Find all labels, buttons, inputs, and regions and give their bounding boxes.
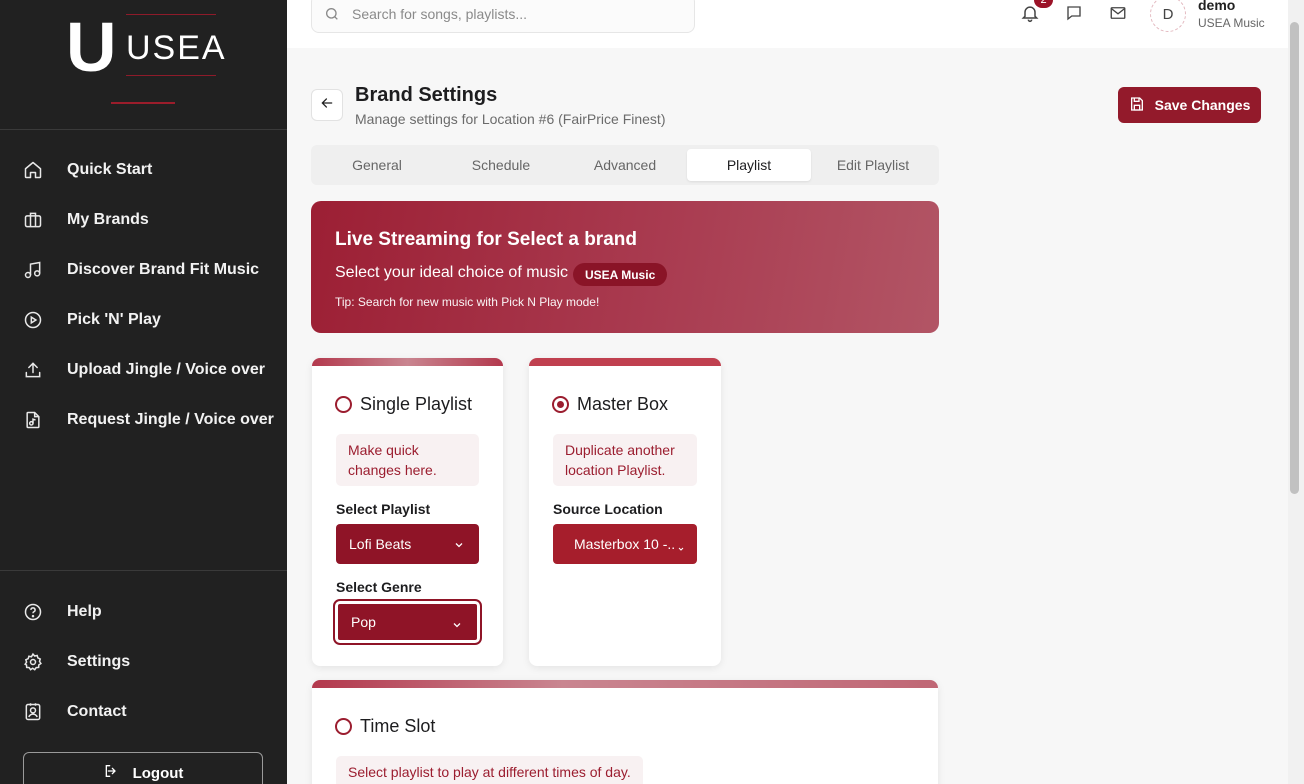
chat-icon [1065, 4, 1083, 27]
logout-button[interactable]: Logout [23, 752, 263, 784]
time-slot-hint: Select playlist to play at different tim… [336, 756, 643, 784]
sidebar-item-label: Help [67, 603, 102, 620]
card-accent [529, 358, 721, 366]
tab-edit-playlist[interactable]: Edit Playlist [811, 149, 935, 181]
source-location-select[interactable]: Masterbox 10 -.. [553, 524, 697, 564]
genre-select[interactable]: Pop [333, 599, 482, 645]
sidebar-divider [0, 570, 287, 571]
master-box-title: Master Box [577, 394, 669, 414]
banner-title: Live Streaming for Select a brand [335, 229, 637, 250]
source-location-value: Masterbox 10 -.. [574, 536, 676, 552]
single-playlist-card[interactable]: Single Playlist Make quick changes here.… [312, 358, 503, 666]
time-slot-radio[interactable] [335, 718, 352, 735]
sidebar-item-help[interactable]: Help [0, 592, 287, 632]
single-playlist-hint: Make quick changes here. [336, 434, 479, 486]
file-audio-icon [22, 409, 44, 431]
user-org: USEA Music [1198, 16, 1265, 30]
sidebar-item-my-brands[interactable]: My Brands [0, 200, 287, 240]
logout-label: Logout [132, 764, 184, 782]
user-name: demo [1198, 0, 1236, 13]
sidebar-item-contact[interactable]: Contact [0, 692, 287, 732]
master-box-card[interactable]: Master Box Duplicate another location Pl… [529, 358, 721, 666]
chevron-down-icon [451, 618, 463, 634]
source-location-label: Source Location [553, 501, 663, 517]
scrollbar-thumb[interactable] [1290, 22, 1299, 494]
sidebar-item-label: Discover Brand Fit Music [67, 261, 260, 278]
master-box-radio[interactable] [552, 396, 569, 413]
banner-chip: USEA Music [573, 263, 668, 286]
single-playlist-radio[interactable] [335, 396, 352, 413]
messages-button[interactable] [1063, 4, 1085, 26]
contact-icon [22, 701, 44, 723]
home-icon [22, 159, 44, 181]
sidebar-item-quick-start[interactable]: Quick Start [0, 150, 287, 190]
time-slot-card[interactable]: Time Slot Select playlist to play at dif… [312, 680, 938, 784]
gear-icon [22, 651, 44, 673]
briefcase-icon [22, 209, 44, 231]
sidebar-item-settings[interactable]: Settings [0, 642, 287, 682]
tab-schedule[interactable]: Schedule [439, 149, 563, 181]
sidebar-item-label: My Brands [67, 211, 149, 228]
master-box-hint: Duplicate another location Playlist. [553, 434, 697, 486]
sidebar-item-label: Quick Start [67, 161, 153, 178]
tab-advanced[interactable]: Advanced [563, 149, 687, 181]
search-input[interactable] [352, 0, 682, 32]
back-button[interactable] [311, 89, 343, 121]
mail-button[interactable] [1107, 4, 1129, 26]
page-subtitle: Manage settings for Location #6 (FairPri… [355, 111, 666, 127]
sidebar: U USEA Quick Start My Brands Discover Br… [0, 0, 287, 784]
logo-line [126, 14, 216, 15]
sidebar-item-label: Request Jingle / Voice over [67, 411, 274, 428]
sidebar-divider [0, 129, 287, 130]
sidebar-item-request-jingle[interactable]: Request Jingle / Voice over [0, 400, 287, 440]
help-circle-icon [22, 601, 44, 623]
logo-text: USEA [126, 29, 227, 67]
logo-accent-divider [111, 102, 175, 104]
live-streaming-banner: Live Streaming for Select a brand Select… [311, 201, 939, 333]
chevron-down-icon [453, 538, 465, 554]
tab-general[interactable]: General [315, 149, 439, 181]
music-note-icon [22, 259, 44, 281]
sidebar-item-label: Settings [67, 653, 131, 670]
single-playlist-title: Single Playlist [360, 394, 473, 414]
logo-line [126, 75, 216, 76]
upload-icon [22, 359, 44, 381]
save-changes-button[interactable]: Save Changes [1118, 87, 1261, 123]
search-box[interactable] [311, 0, 695, 33]
play-circle-icon [22, 309, 44, 331]
chevron-down-icon [677, 540, 685, 556]
logout-icon [103, 763, 119, 783]
card-accent [312, 358, 503, 366]
sidebar-item-label: Pick 'N' Play [67, 311, 161, 328]
sidebar-item-discover[interactable]: Discover Brand Fit Music [0, 250, 287, 290]
usea-logo[interactable]: U USEA [66, 8, 225, 86]
select-genre-label: Select Genre [336, 579, 422, 595]
notifications-button[interactable] [1019, 4, 1041, 26]
card-accent [312, 680, 938, 688]
settings-tabs: General Schedule Advanced Playlist Edit … [311, 145, 939, 185]
banner-subtitle: Select your ideal choice of music [335, 264, 568, 281]
sidebar-item-label: Upload Jingle / Voice over [67, 361, 265, 378]
save-icon [1129, 96, 1145, 115]
mail-icon [1109, 4, 1127, 27]
search-icon [324, 6, 340, 27]
select-playlist-label: Select Playlist [336, 501, 431, 517]
time-slot-title: Time Slot [360, 716, 436, 736]
sidebar-item-upload-jingle[interactable]: Upload Jingle / Voice over [0, 350, 287, 390]
logo-letter: U [66, 8, 117, 86]
sidebar-item-pick-n-play[interactable]: Pick 'N' Play [0, 300, 287, 340]
tab-playlist[interactable]: Playlist [687, 149, 811, 181]
banner-tip: Tip: Search for new music with Pick N Pl… [335, 295, 600, 309]
playlist-select-value: Lofi Beats [349, 536, 412, 552]
playlist-select[interactable]: Lofi Beats [336, 524, 479, 564]
arrow-left-icon [320, 96, 334, 115]
sidebar-item-label: Contact [67, 703, 127, 720]
genre-select-value: Pop [351, 614, 376, 630]
page-title: Brand Settings [355, 84, 498, 106]
save-changes-label: Save Changes [1154, 97, 1251, 113]
